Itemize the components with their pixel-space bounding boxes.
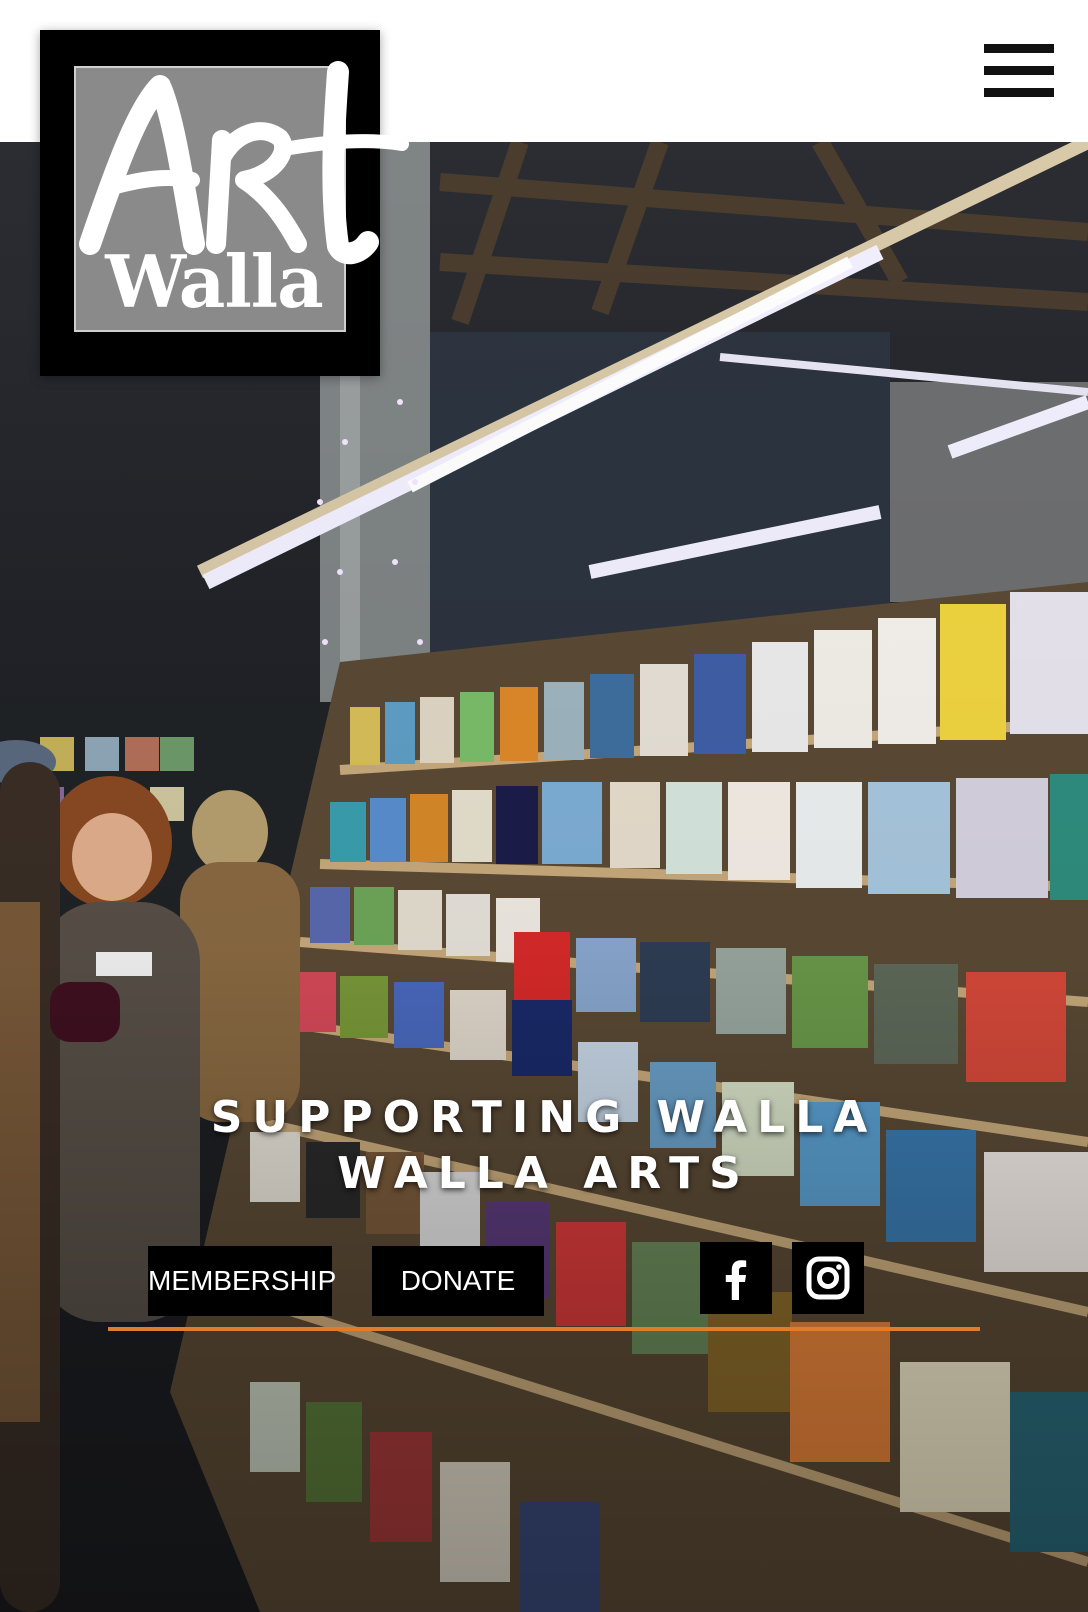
instagram-icon	[806, 1256, 850, 1300]
call-to-action-row: MEMBERSHIP DONATE	[0, 1240, 1088, 1320]
hamburger-menu-icon[interactable]	[984, 44, 1054, 98]
facebook-icon	[725, 1260, 747, 1300]
facebook-link[interactable]	[700, 1242, 772, 1314]
logo-walla-text: Walla	[105, 239, 324, 324]
accent-divider	[108, 1327, 980, 1331]
donate-button[interactable]: DONATE	[372, 1246, 544, 1316]
hero-headline-line1: SUPPORTING WALLA	[210, 1092, 878, 1143]
hero-headline-line2: WALLA ARTS	[337, 1148, 751, 1199]
membership-button[interactable]: MEMBERSHIP	[148, 1246, 336, 1316]
instagram-link[interactable]	[792, 1242, 864, 1314]
hero-headline: SUPPORTING WALLA WALLA ARTS	[0, 1090, 1088, 1202]
page: Walla SUPPORTING WALLA WALLA ARTS MEMBER…	[0, 0, 1088, 1612]
art-walla-logo[interactable]: Walla	[40, 30, 409, 376]
